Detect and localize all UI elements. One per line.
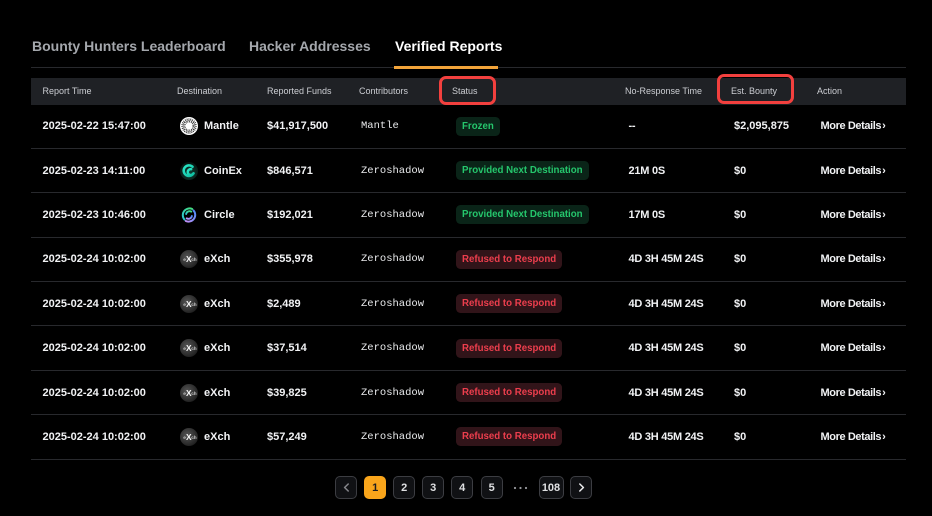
svg-text:ch: ch xyxy=(191,391,197,396)
svg-text:ch: ch xyxy=(191,435,197,440)
svg-text:ch: ch xyxy=(191,302,197,307)
svg-text:ch: ch xyxy=(191,346,197,351)
svg-text:ch: ch xyxy=(191,257,197,262)
